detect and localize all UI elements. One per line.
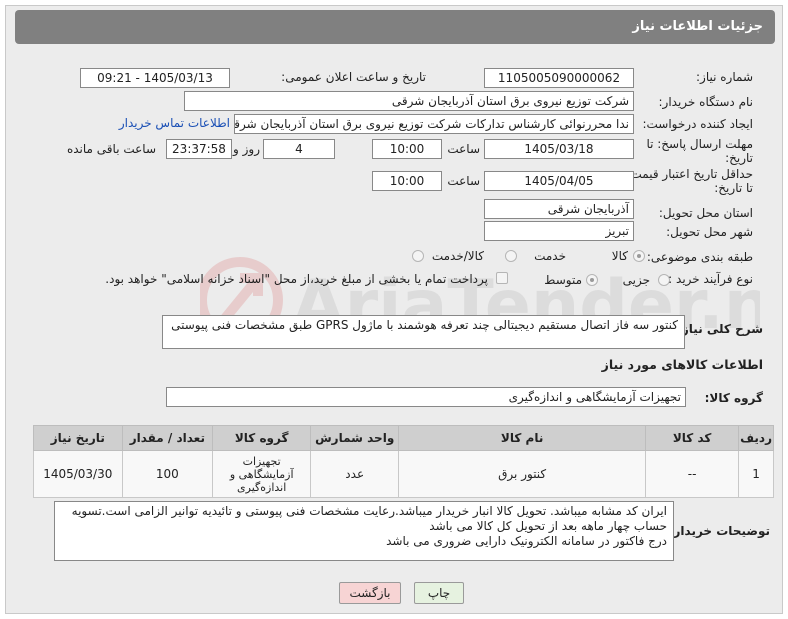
category-goods-radio[interactable] [633, 250, 645, 262]
label-buyer-org: نام دستگاه خریدار: [658, 95, 754, 109]
description-text: کنتور سه فاز اتصال مستقیم دیجیتالی چند ت… [171, 318, 678, 332]
label-description: شرح کلی نیاز: [677, 322, 763, 336]
validity-time-field[interactable]: 10:00 [372, 171, 442, 191]
need-number-field[interactable]: 1105005090000062 [484, 68, 634, 88]
goods-info-heading: اطلاعات کالاهای مورد نیاز [601, 357, 763, 372]
col-header-quantity: تعداد / مقدار [121, 425, 214, 451]
buyer-org-field[interactable]: شرکت توزیع نیروی برق استان آذربایجان شرق… [184, 91, 634, 111]
announce-datetime-field[interactable]: 1405/03/13 - 09:21 [80, 68, 230, 88]
col-header-unit: واحد شمارش [310, 425, 400, 451]
requester-field[interactable]: ندا محررنوائی کارشناس تدارکات شرکت توزیع… [234, 114, 634, 134]
table-header-row: ردیف کد کالا نام کالا واحد شمارش گروه کا… [33, 425, 774, 451]
col-header-row-num: ردیف [738, 425, 774, 451]
province-field[interactable]: آذربایجان شرقی [484, 199, 634, 219]
cell-code: -- [645, 450, 740, 498]
table-row[interactable]: 1 -- کنتور برق عدد تجهیزات آزمایشگاهی و … [33, 450, 774, 498]
category-service-radio[interactable] [505, 250, 517, 262]
label-category: طبقه بندی موضوعی: [646, 250, 753, 264]
cell-quantity: 100 [121, 450, 214, 498]
label-delivery-city: شهر محل تحویل: [666, 225, 753, 239]
col-header-need-date: تاریخ نیاز [33, 425, 123, 451]
category-both-label: کالا/خدمت [431, 249, 484, 263]
purchase-minor-label: جزیی [622, 273, 650, 287]
label-price-validity: حداقل تاریخ اعتبار قیمت: [626, 167, 753, 181]
category-service-label: خدمت [534, 249, 566, 263]
label-delivery-province: استان محل تحویل: [658, 206, 753, 220]
treasury-payment-checkbox[interactable] [496, 272, 508, 284]
cell-need-date: 1405/03/30 [33, 450, 123, 498]
validity-date-field[interactable]: 1405/04/05 [484, 171, 634, 191]
page-title: جزئیات اطلاعات نیاز [632, 19, 763, 34]
treasury-payment-note: پرداخت تمام یا بخشی از مبلغ خرید،از محل … [105, 272, 488, 286]
col-header-group: گروه کالا [212, 425, 312, 451]
back-button[interactable]: بازگشت [339, 582, 401, 604]
cell-group: تجهیزات آزمایشگاهی و اندازه‌گیری [212, 450, 312, 498]
label-hours-left: ساعت باقی مانده [66, 142, 156, 156]
days-field[interactable]: 4 [263, 139, 335, 159]
reply-date-field[interactable]: 1405/03/18 [484, 139, 634, 159]
col-header-code: کد کالا [645, 425, 740, 451]
items-table: ردیف کد کالا نام کالا واحد شمارش گروه کا… [33, 425, 774, 498]
print-button[interactable]: چاپ [414, 582, 464, 604]
label-need-number: شماره نیاز: [696, 70, 753, 84]
purchase-medium-radio[interactable] [586, 274, 598, 286]
category-both-radio[interactable] [412, 250, 424, 262]
description-textarea[interactable]: کنتور سه فاز اتصال مستقیم دیجیتالی چند ت… [162, 315, 685, 349]
label-announce-datetime: تاریخ و ساعت اعلان عمومی: [281, 70, 426, 84]
goods-group-field[interactable]: تجهیزات آزمایشگاهی و اندازه‌گیری [166, 387, 686, 407]
label-goods-group: گروه کالا: [704, 391, 763, 405]
buyer-notes-line-1: ایران کد مشابه میباشد. تحویل کالا انبار … [71, 504, 667, 533]
label-validity-time: ساعت [447, 174, 480, 188]
label-reply-deadline-date: تاریخ: [725, 151, 753, 165]
label-days-and: روز و [233, 142, 260, 156]
col-header-name: نام کالا [398, 425, 647, 451]
category-goods-label: کالا [611, 249, 628, 263]
label-reply-time: ساعت [447, 142, 480, 156]
city-field[interactable]: تبریز [484, 221, 634, 241]
label-purchase-type: نوع فرآیند خرید : [668, 272, 753, 286]
purchase-minor-radio[interactable] [658, 274, 670, 286]
buyer-contact-link[interactable]: اطلاعات تماس خریدار [119, 116, 230, 130]
purchase-medium-label: متوسط [544, 273, 582, 287]
label-reply-deadline: مهلت ارسال پاسخ: تا [646, 137, 753, 151]
label-buyer-notes: توضیحات خریدار: [668, 524, 770, 538]
reply-time-field[interactable]: 10:00 [372, 139, 442, 159]
label-requester: ایجاد کننده درخواست: [642, 117, 753, 131]
remaining-time-field[interactable]: 23:37:58 [166, 139, 232, 159]
cell-row-num: 1 [738, 450, 774, 498]
cell-unit: عدد [310, 450, 400, 498]
label-price-validity-date: تا تاریخ: [714, 181, 753, 195]
buyer-notes-line-2: درج فاکتور در سامانه الکترونیک دارایی ضر… [386, 534, 667, 548]
cell-name: کنتور برق [398, 450, 647, 498]
buyer-notes-textarea[interactable]: ایران کد مشابه میباشد. تحویل کالا انبار … [54, 501, 674, 561]
page-header: جزئیات اطلاعات نیاز [15, 10, 775, 44]
